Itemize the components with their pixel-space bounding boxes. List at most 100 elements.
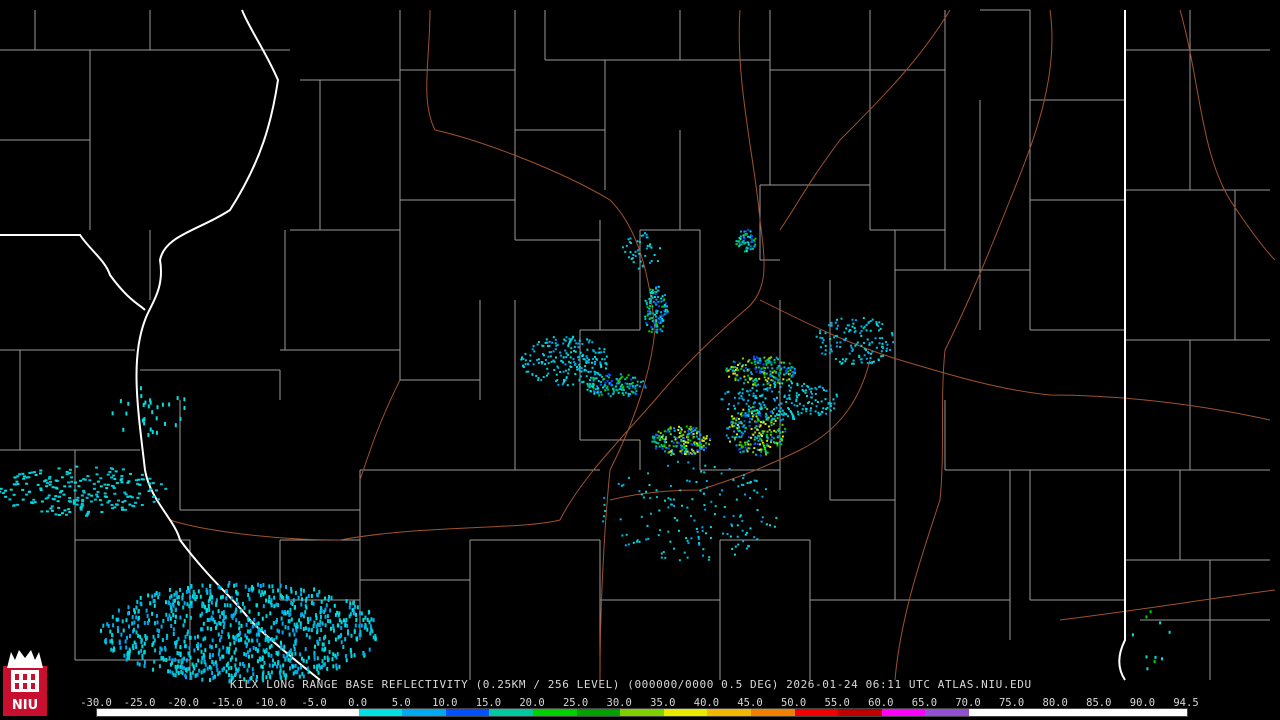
echo-pixel <box>242 601 244 606</box>
echo-pixel <box>140 394 143 399</box>
echo-pixel <box>68 511 72 513</box>
echo-pixel <box>749 480 752 483</box>
echo-pixel <box>39 472 42 475</box>
echo-pixel <box>578 378 581 381</box>
echo-pixel <box>75 503 79 506</box>
echo-pixel <box>621 534 624 537</box>
echo-pixel <box>802 404 805 407</box>
echo-pixel <box>585 355 588 358</box>
echo-pixel <box>332 652 335 657</box>
echo-pixel <box>753 239 755 242</box>
echo-pixel <box>628 387 631 390</box>
echo-pixel <box>189 672 192 677</box>
echo-pixel <box>316 628 319 633</box>
echo-pixel <box>355 612 357 617</box>
echo-pixel <box>788 384 791 387</box>
echo-pixel <box>169 616 172 621</box>
echo-pixel <box>775 406 778 409</box>
echo-pixel <box>810 396 813 399</box>
echo-pixel <box>287 596 290 600</box>
echo-pixel <box>734 361 736 364</box>
echo-pixel <box>325 603 328 608</box>
echo-pixel <box>235 667 238 672</box>
echo-pixel <box>128 503 132 506</box>
echo-pixel <box>353 629 356 634</box>
echo-pixel <box>723 515 726 518</box>
echo-pixel <box>689 425 692 428</box>
echo-pixel <box>832 398 835 401</box>
echo-pixel <box>115 482 119 485</box>
echo-pixel <box>755 370 758 373</box>
echo-pixel <box>657 296 659 298</box>
echo-pixel <box>629 384 632 387</box>
echo-pixel <box>206 618 209 622</box>
echo-pixel <box>673 505 676 508</box>
echo-pixel <box>540 361 543 363</box>
echo-pixel <box>617 379 620 382</box>
echo-pixel <box>243 605 246 610</box>
echo-pixel <box>225 649 228 654</box>
echo-pixel <box>198 668 201 673</box>
echo-pixel <box>199 594 202 599</box>
echo-pixel <box>659 318 662 321</box>
echo-pixel <box>154 648 157 653</box>
echo-pixel <box>640 381 643 383</box>
echo-pixel <box>573 361 576 364</box>
echo-pixel <box>845 327 848 330</box>
echo-pixel <box>776 435 779 438</box>
echo-pixel <box>721 489 724 492</box>
echo-pixel <box>156 498 160 501</box>
echo-pixel <box>742 540 745 543</box>
echo-pixel <box>546 367 549 370</box>
echo-pixel <box>200 649 203 654</box>
echo-pixel <box>730 420 733 423</box>
echo-pixel <box>649 288 652 291</box>
echo-pixel <box>276 628 279 633</box>
echo-pixel <box>194 635 197 640</box>
echo-pixel <box>854 344 857 347</box>
echo-pixel <box>174 620 177 624</box>
echo-pixel <box>294 590 297 595</box>
echo-pixel <box>667 497 670 500</box>
echo-pixel <box>744 443 747 446</box>
echo-pixel <box>157 634 160 638</box>
echo-pixel <box>112 487 116 489</box>
echo-pixel <box>746 369 749 372</box>
echo-pixel <box>285 594 288 599</box>
echo-pixel <box>169 669 172 674</box>
echo-pixel <box>804 389 807 392</box>
echo-pixel <box>786 397 789 400</box>
echo-pixel <box>549 355 552 358</box>
echo-pixel <box>798 393 800 396</box>
echo-pixel <box>700 470 703 473</box>
echo-pixel <box>110 484 114 487</box>
echo-pixel <box>865 349 867 352</box>
echo-pixel <box>183 406 186 410</box>
echo-pixel <box>543 354 545 357</box>
echo-pixel <box>665 446 668 449</box>
echo-pixel <box>673 427 676 430</box>
echo-pixel <box>133 620 136 625</box>
echo-pixel <box>666 310 669 313</box>
echo-pixel <box>680 440 683 443</box>
echo-pixel <box>723 506 726 508</box>
echo-pixel <box>754 436 757 439</box>
echo-pixel <box>640 515 643 518</box>
echo-pixel <box>99 477 103 480</box>
echo-pixel <box>617 391 620 394</box>
echo-pixel <box>655 309 658 312</box>
echo-pixel <box>745 414 748 417</box>
echo-pixel <box>360 611 363 616</box>
echo-pixel <box>616 382 619 385</box>
echo-pixel <box>773 358 776 361</box>
echo-pixel <box>607 392 610 395</box>
echo-pixel <box>177 671 180 675</box>
echo-pixel <box>126 635 128 640</box>
echo-pixel <box>594 373 596 376</box>
echo-pixel <box>703 504 706 507</box>
echo-pixel <box>748 410 751 413</box>
echo-pixel <box>783 361 785 364</box>
echo-pixel <box>670 503 673 506</box>
echo-pixel <box>710 500 713 503</box>
echo-pixel <box>204 648 207 653</box>
